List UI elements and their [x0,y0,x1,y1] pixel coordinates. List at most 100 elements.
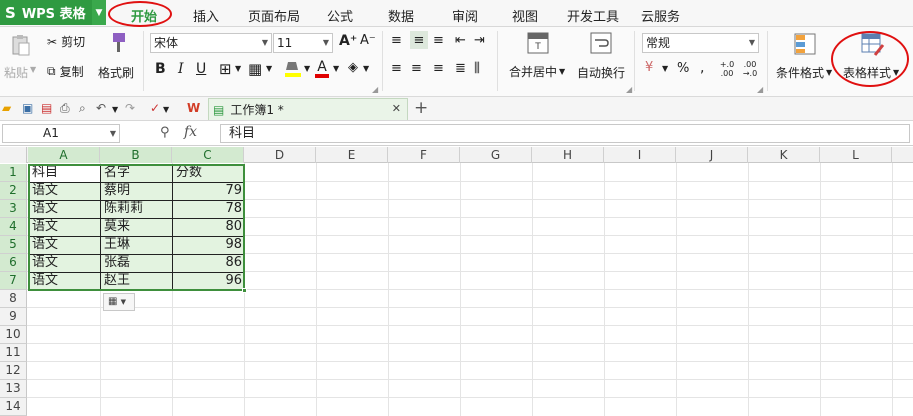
clear-format-icon[interactable]: ◈ [348,60,358,75]
wrap-text-icon[interactable] [589,31,613,55]
col-header-f[interactable]: F [388,147,460,163]
paste-icon[interactable] [6,33,36,57]
undo-icon[interactable]: ↶ [96,101,106,115]
merge-center-button[interactable]: 合并居中 ▼ [509,63,565,80]
row-header-9[interactable]: 9 [0,308,27,326]
font-color-icon[interactable]: A [314,59,330,79]
close-tab-icon[interactable]: ✕ [392,102,401,115]
italic-icon[interactable]: I [178,61,184,77]
formula-input[interactable]: 科目 [220,124,910,143]
align-middle-icon[interactable]: ≡ [410,31,428,49]
font-color-dropdown-icon[interactable]: ▼ [333,64,339,73]
col-header-b[interactable]: B [100,147,172,163]
col-header-e[interactable]: E [316,147,388,163]
align-bottom-icon[interactable]: ≡ [433,33,444,48]
open-folder-icon[interactable]: ▰ [2,101,11,115]
tab-formulas[interactable]: 公式 [327,6,353,25]
save-icon[interactable]: ▣ [22,101,33,115]
new-tab-icon[interactable]: + [414,98,428,118]
col-header-c[interactable]: C [172,147,244,163]
row-header-12[interactable]: 12 [0,362,27,380]
border-dropdown-icon[interactable]: ▼ [235,64,241,73]
indent-increase-icon[interactable]: ⇥ [474,33,485,48]
align-right-icon[interactable]: ≡ [433,61,444,76]
select-all-corner[interactable] [0,147,27,163]
col-header-k[interactable]: K [748,147,820,163]
tab-data[interactable]: 数据 [388,6,414,25]
tab-developer[interactable]: 开发工具 [567,6,619,25]
print-preview-icon[interactable]: ⌕ [79,101,86,116]
cell-style-icon[interactable]: ▦ [248,60,262,78]
alignment-launcher-icon[interactable]: ◢ [626,85,632,94]
function-icon[interactable]: fx [184,124,197,140]
tab-insert[interactable]: 插入 [193,6,219,25]
redo-icon[interactable]: ↷ [125,101,135,115]
row-header-3[interactable]: 3 [0,200,27,218]
row-header-10[interactable]: 10 [0,326,27,344]
conditional-format-button[interactable]: 条件格式 ▼ [776,64,832,81]
justify-icon[interactable]: ≣ [455,61,466,76]
bold-icon[interactable]: B [155,61,166,77]
currency-icon[interactable]: ¥ [645,60,653,75]
percent-icon[interactable]: % [677,61,689,76]
cut-button[interactable]: ✂ 剪切 [47,33,85,50]
customize-dropdown-icon[interactable]: ▼ [163,105,169,114]
row-header-7[interactable]: 7 [0,272,27,290]
number-format-select[interactable]: 常规 ▼ [642,33,759,53]
col-header-g[interactable]: G [460,147,532,163]
app-menu-button[interactable]: S WPS 表格 ▼ [0,0,106,25]
copy-button[interactable]: ⧉ 复制 [47,63,84,80]
format-painter-icon[interactable] [104,30,132,56]
print-icon[interactable]: ⎙ [60,101,70,116]
document-tab[interactable]: ▤ 工作簿1 * ✕ [208,98,408,120]
decrease-font-icon[interactable]: A⁻ [360,33,376,48]
customize-quick-access-icon[interactable]: ✓ [150,101,160,115]
app-dropdown-icon[interactable]: ▼ [92,0,106,25]
row-header-4[interactable]: 4 [0,218,27,236]
merge-center-icon[interactable]: T [525,31,551,55]
col-header-d[interactable]: D [244,147,316,163]
align-left-icon[interactable]: ≡ [391,61,402,76]
thousands-icon[interactable]: , [700,60,704,76]
clear-format-dropdown-icon[interactable]: ▼ [363,64,369,73]
col-header-l[interactable]: L [820,147,892,163]
indent-decrease-icon[interactable]: ⇤ [455,33,466,48]
increase-font-icon[interactable]: A⁺ [339,33,357,49]
export-pdf-icon[interactable]: ▤ [41,101,52,115]
fill-handle[interactable] [242,288,247,293]
underline-icon[interactable]: U [196,61,206,77]
col-header-h[interactable]: H [532,147,604,163]
decrease-decimal-icon[interactable]: .00 →.0 [741,60,759,78]
conditional-format-icon[interactable] [793,32,817,56]
distribute-icon[interactable]: ⫼ [474,61,480,76]
zoom-icon[interactable]: ⚲ [160,125,170,140]
align-top-icon[interactable]: ≡ [391,33,402,48]
row-header-1[interactable]: 1 [0,164,27,182]
row-header-13[interactable]: 13 [0,380,27,398]
font-launcher-icon[interactable]: ◢ [372,85,378,94]
number-launcher-icon[interactable]: ◢ [757,85,763,94]
border-icon[interactable]: ⊞ [219,60,232,78]
align-center-icon[interactable]: ≡ [411,61,422,76]
wps-brand-icon[interactable]: W [187,101,200,115]
col-header-a[interactable]: A [28,147,100,163]
paste-button[interactable]: 粘贴 [4,64,28,81]
row-header-8[interactable]: 8 [0,290,27,308]
fill-color-icon[interactable] [284,59,302,79]
font-name-select[interactable]: 宋体 ▼ [150,33,272,53]
wrap-text-button[interactable]: 自动换行 [577,64,625,81]
format-painter-button[interactable]: 格式刷 [98,64,134,81]
tab-view[interactable]: 视图 [512,6,538,25]
fill-color-dropdown-icon[interactable]: ▼ [304,64,310,73]
row-header-14[interactable]: 14 [0,398,27,416]
row-header-11[interactable]: 11 [0,344,27,362]
paste-options-button[interactable]: ▦ ▼ [103,293,135,311]
currency-dropdown-icon[interactable]: ▼ [662,64,668,73]
row-header-2[interactable]: 2 [0,182,27,200]
tab-review[interactable]: 审阅 [452,6,478,25]
cell-style-dropdown-icon[interactable]: ▼ [266,64,272,73]
tab-page-layout[interactable]: 页面布局 [248,6,300,25]
tab-cloud[interactable]: 云服务 [641,6,680,25]
increase-decimal-icon[interactable]: +.0.00 [718,60,736,78]
undo-dropdown-icon[interactable]: ▼ [112,105,118,114]
